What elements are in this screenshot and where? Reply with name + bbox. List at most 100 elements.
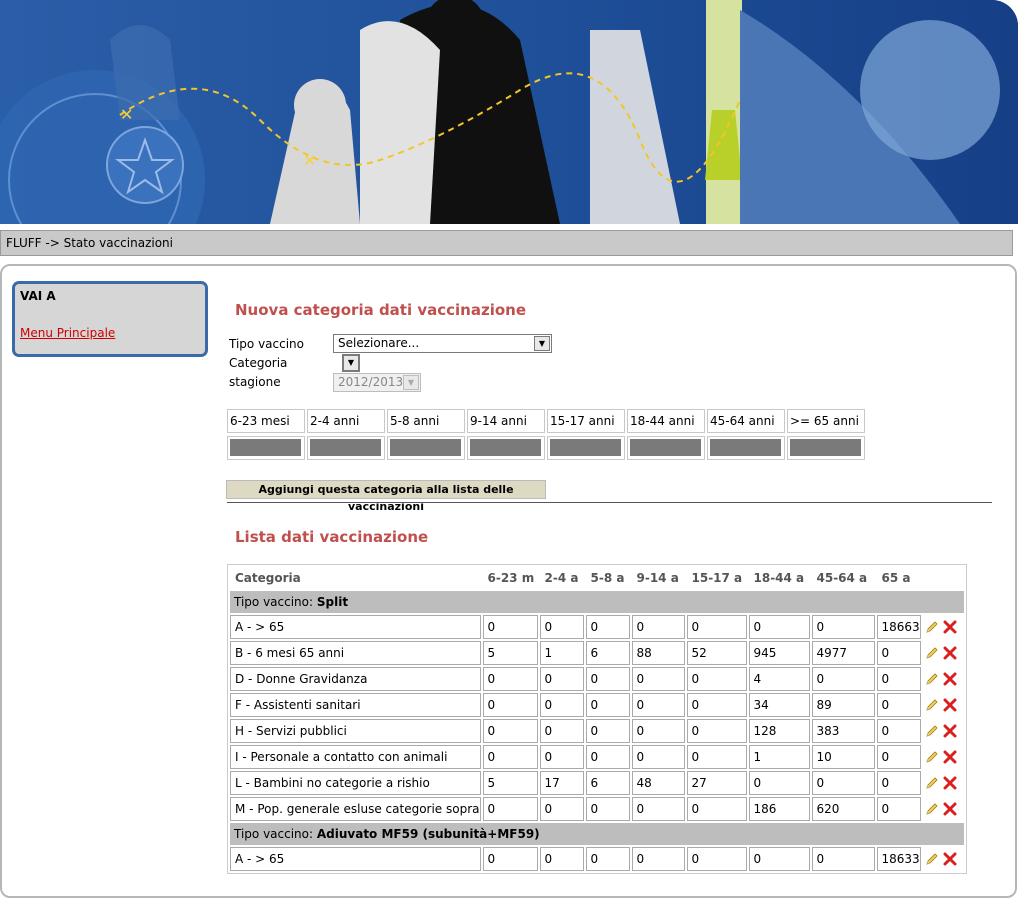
value-cell: 0 <box>482 693 538 717</box>
value-cell: 0 <box>686 797 747 821</box>
delete-icon[interactable] <box>943 802 957 816</box>
value-cell: 0 <box>748 615 810 639</box>
edit-pencil-icon[interactable] <box>925 620 939 634</box>
delete-icon[interactable] <box>943 672 957 686</box>
column-header: 65 a <box>881 571 911 585</box>
category-cell: L - Bambini no categorie a rishio <box>230 771 481 795</box>
age-group-input[interactable] <box>627 436 705 460</box>
tipo-vaccino-label: Tipo vaccino <box>229 337 304 351</box>
row-actions <box>923 797 964 821</box>
age-group-label: 45-64 anni <box>707 409 785 433</box>
value-cell: 0 <box>585 667 630 691</box>
main-menu-link[interactable]: Menu Principale <box>20 326 115 340</box>
delete-icon[interactable] <box>943 724 957 738</box>
group-name: Split <box>316 595 349 609</box>
delete-icon[interactable] <box>943 750 957 764</box>
age-group-input[interactable] <box>227 436 305 460</box>
delete-icon[interactable] <box>943 646 957 660</box>
value-cell: 0 <box>585 615 630 639</box>
tipo-vaccino-select[interactable]: Selezionare... ▼ <box>333 334 552 353</box>
edit-pencil-icon[interactable] <box>925 776 939 790</box>
edit-pencil-icon[interactable] <box>925 646 939 660</box>
column-header: 5-8 a <box>590 571 625 585</box>
value-cell: 6 <box>585 771 630 795</box>
value-cell: 48 <box>631 771 685 795</box>
column-header: 2-4 a <box>544 571 579 585</box>
value-cell: 27 <box>686 771 747 795</box>
stagione-select[interactable]: 2012/2013 ▼ <box>333 373 421 392</box>
form-title: Nuova categoria dati vaccinazione <box>235 301 526 319</box>
value-cell: 0 <box>631 797 685 821</box>
value-cell: 0 <box>876 693 921 717</box>
value-cell: 0 <box>631 719 685 743</box>
value-cell: 52 <box>686 641 747 665</box>
age-group-input[interactable] <box>387 436 465 460</box>
table-row: H - Servizi pubblici 0 0 0 0 0 128 383 0 <box>230 719 964 743</box>
delete-icon[interactable] <box>943 852 957 866</box>
value-cell: 0 <box>876 745 921 769</box>
delete-icon[interactable] <box>943 698 957 712</box>
group-name: Adiuvato MF59 (subunità+MF59) <box>316 827 540 841</box>
column-header: 6-23 m <box>487 571 535 585</box>
value-cell: 0 <box>539 693 584 717</box>
value-cell: 945 <box>748 641 810 665</box>
breadcrumb: FLUFF -> Stato vaccinazioni <box>6 236 173 250</box>
table-row: D - Donne Gravidanza 0 0 0 0 0 4 0 0 <box>230 667 964 691</box>
chevron-down-icon: ▼ <box>534 336 550 351</box>
column-header: 45-64 a <box>816 571 868 585</box>
value-cell: 0 <box>539 847 584 871</box>
value-cell: 1 <box>748 745 810 769</box>
value-cell: 0 <box>482 719 538 743</box>
value-cell: 0 <box>686 719 747 743</box>
edit-pencil-icon[interactable] <box>925 724 939 738</box>
value-cell: 0 <box>539 797 584 821</box>
category-cell: M - Pop. generale esluse categorie sopra <box>230 797 481 821</box>
age-group-input[interactable] <box>547 436 625 460</box>
value-cell: 89 <box>811 693 875 717</box>
value-cell: 0 <box>585 719 630 743</box>
edit-pencil-icon[interactable] <box>925 750 939 764</box>
value-cell: 0 <box>585 693 630 717</box>
value-cell: 0 <box>631 615 685 639</box>
age-group-label: >= 65 anni <box>787 409 865 433</box>
row-actions <box>923 847 964 871</box>
value-cell: 88 <box>631 641 685 665</box>
categoria-label: Categoria <box>229 356 288 370</box>
category-cell: H - Servizi pubblici <box>230 719 481 743</box>
delete-icon[interactable] <box>943 620 957 634</box>
delete-icon[interactable] <box>943 776 957 790</box>
value-cell: 6 <box>585 641 630 665</box>
value-cell: 0 <box>811 615 875 639</box>
sidebar-title: VAI A <box>20 289 56 303</box>
group-prefix: Tipo vaccino: <box>234 827 317 841</box>
value-cell: 17 <box>539 771 584 795</box>
age-group-label: 18-44 anni <box>627 409 705 433</box>
value-cell: 0 <box>631 745 685 769</box>
value-cell: 0 <box>686 615 747 639</box>
category-cell: B - 6 mesi 65 anni <box>230 641 481 665</box>
age-group-input[interactable] <box>307 436 385 460</box>
value-cell: 0 <box>748 771 810 795</box>
actions-header <box>923 567 964 589</box>
edit-pencil-icon[interactable] <box>925 852 939 866</box>
value-cell: 0 <box>876 641 921 665</box>
edit-pencil-icon[interactable] <box>925 802 939 816</box>
column-header: 18-44 a <box>753 571 805 585</box>
edit-pencil-icon[interactable] <box>925 698 939 712</box>
value-cell: 0 <box>811 847 875 871</box>
value-cell: 0 <box>482 797 538 821</box>
age-group-input[interactable] <box>707 436 785 460</box>
categoria-select[interactable]: ▼ <box>342 354 360 372</box>
banner-illustration: ✕ ✕ <box>0 0 1018 224</box>
value-cell: 34 <box>748 693 810 717</box>
value-cell: 1 <box>539 641 584 665</box>
age-group-input[interactable] <box>787 436 865 460</box>
age-group-input[interactable] <box>467 436 545 460</box>
value-cell: 0 <box>876 797 921 821</box>
add-category-button[interactable]: Aggiungi questa categoria alla lista del… <box>226 480 546 513</box>
header-banner: ✕ ✕ <box>0 0 1018 224</box>
tipo-vaccino-value: Selezionare... <box>338 336 420 350</box>
group-prefix: Tipo vaccino: <box>234 595 317 609</box>
value-cell: 0 <box>631 667 685 691</box>
edit-pencil-icon[interactable] <box>925 672 939 686</box>
